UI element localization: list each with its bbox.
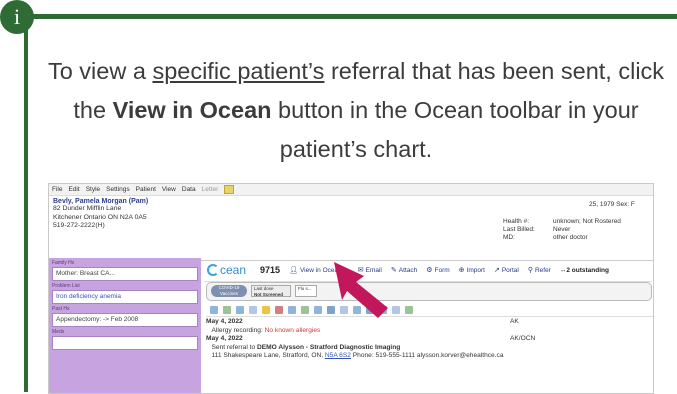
toolbar-icon-6[interactable] bbox=[275, 305, 283, 314]
meds-label: Meds bbox=[52, 329, 65, 335]
billed-label: Last Billed: bbox=[503, 226, 535, 233]
last-dose-badge[interactable]: Last dose Not Screened bbox=[251, 285, 291, 297]
info-icon: i bbox=[0, 0, 34, 34]
import-icon: ⊕ bbox=[458, 267, 465, 274]
toolbar-icon-4[interactable] bbox=[249, 305, 257, 314]
portal-icon: ↗ bbox=[493, 267, 500, 274]
ocean-count: 9715 bbox=[260, 265, 281, 275]
pin-icon: ⚲ bbox=[527, 267, 533, 274]
patient-dob: 25, 1979 Sex: F bbox=[589, 201, 635, 208]
referral-recipient: DEMO Alysson - Stratford Diagnostic Imag… bbox=[256, 343, 401, 351]
patient-header: Bevly, Pamela Morgan (Pam) 82 Dunder Mif… bbox=[49, 196, 653, 261]
menu-settings[interactable]: Settings bbox=[106, 186, 130, 193]
menu-letter[interactable]: Letter bbox=[202, 186, 219, 193]
underlined-phrase: specific patient’s bbox=[152, 58, 325, 84]
family-hx-label: Family Hx bbox=[52, 260, 75, 266]
health-label: Health #: bbox=[503, 218, 530, 225]
problem-list-field[interactable]: Iron deficiency anemia bbox=[52, 290, 198, 304]
instruction-text: To view a specific patient’s referral th… bbox=[47, 58, 665, 162]
bold-phrase: View in Ocean bbox=[112, 97, 272, 123]
star-icon[interactable] bbox=[262, 305, 270, 314]
callout-border-left bbox=[24, 14, 28, 392]
emr-menubar: File Edit Style Settings Patient View Da… bbox=[49, 184, 653, 196]
past-hx-field[interactable]: Appendectomy: -> Feb 2008 bbox=[52, 313, 198, 327]
ocean-toolbar: cean 9715 👤︎ View in Ocean ✉ Email ✎ Attach… bbox=[204, 259, 652, 282]
pointer-arrow-icon bbox=[334, 262, 388, 318]
toolbar-icon-2[interactable] bbox=[223, 305, 231, 314]
form-button[interactable]: ⚙ Form bbox=[426, 266, 449, 275]
toolbar-icon-1[interactable] bbox=[210, 305, 218, 314]
patient-address1: 82 Dunder Mifflin Lane bbox=[53, 205, 122, 212]
note-entry[interactable]: May 4, 2022 AK Allergy recording: No know… bbox=[206, 318, 650, 335]
portal-button[interactable]: ↗ Portal bbox=[493, 266, 519, 275]
chart-sidebar: Family Hx Mother: Breast CA... Problem L… bbox=[49, 258, 201, 393]
chart-notes: May 4, 2022 AK Allergy recording: No know… bbox=[206, 318, 650, 361]
outstanding-count[interactable]: ↔2 outstanding bbox=[560, 267, 609, 274]
menu-edit[interactable]: Edit bbox=[68, 186, 79, 193]
toolbar-icon-8[interactable] bbox=[301, 305, 309, 314]
patient-details: Health #: unknown; Not Rostered Last Bill… bbox=[503, 218, 621, 242]
covid-badge[interactable]: COVID-19 Vaccines bbox=[211, 285, 247, 297]
menu-view[interactable]: View bbox=[162, 186, 176, 193]
menu-data[interactable]: Data bbox=[182, 186, 196, 193]
ocean-logo: cean bbox=[207, 263, 246, 277]
meds-field[interactable] bbox=[52, 336, 198, 350]
family-hx-field[interactable]: Mother: Breast CA... bbox=[52, 267, 198, 281]
billed-value: Never bbox=[553, 226, 571, 233]
postal-code-link[interactable]: N5A 6S2 bbox=[325, 352, 351, 359]
toolbar-icon-3[interactable] bbox=[236, 305, 244, 314]
chart-toolbar bbox=[206, 303, 653, 317]
health-value: unknown; Not Rostered bbox=[553, 218, 621, 225]
md-value: other doctor bbox=[553, 234, 588, 241]
menu-patient[interactable]: Patient bbox=[136, 186, 156, 193]
person-icon: 👤︎ bbox=[289, 267, 298, 274]
menu-file[interactable]: File bbox=[52, 186, 62, 193]
ocean-swirl-icon bbox=[207, 264, 219, 276]
flu-badge[interactable]: Flu s... bbox=[295, 285, 317, 297]
md-label: MD: bbox=[503, 234, 515, 241]
menu-style[interactable]: Style bbox=[86, 186, 100, 193]
note-entry[interactable]: May 4, 2022 AK/OCN Sent referral to DEMO … bbox=[206, 335, 650, 361]
refer-button[interactable]: ⚲ Refer bbox=[527, 266, 551, 275]
import-button[interactable]: ⊕ Import bbox=[458, 266, 485, 275]
form-icon: ⚙ bbox=[426, 267, 433, 274]
toolbar-icon-7[interactable] bbox=[288, 305, 296, 314]
problem-list-label: Problem List bbox=[52, 283, 80, 289]
folder-icon[interactable] bbox=[224, 185, 235, 194]
toolbar-icon-16[interactable] bbox=[405, 305, 413, 314]
past-hx-label: Past Hx bbox=[52, 306, 70, 312]
allergy-value: No known allergies bbox=[264, 326, 321, 334]
status-row: COVID-19 Vaccines Last dose Not Screened … bbox=[206, 282, 652, 301]
callout-border-top bbox=[24, 14, 677, 19]
patient-name[interactable]: Bevly, Pamela Morgan (Pam) bbox=[53, 198, 649, 205]
